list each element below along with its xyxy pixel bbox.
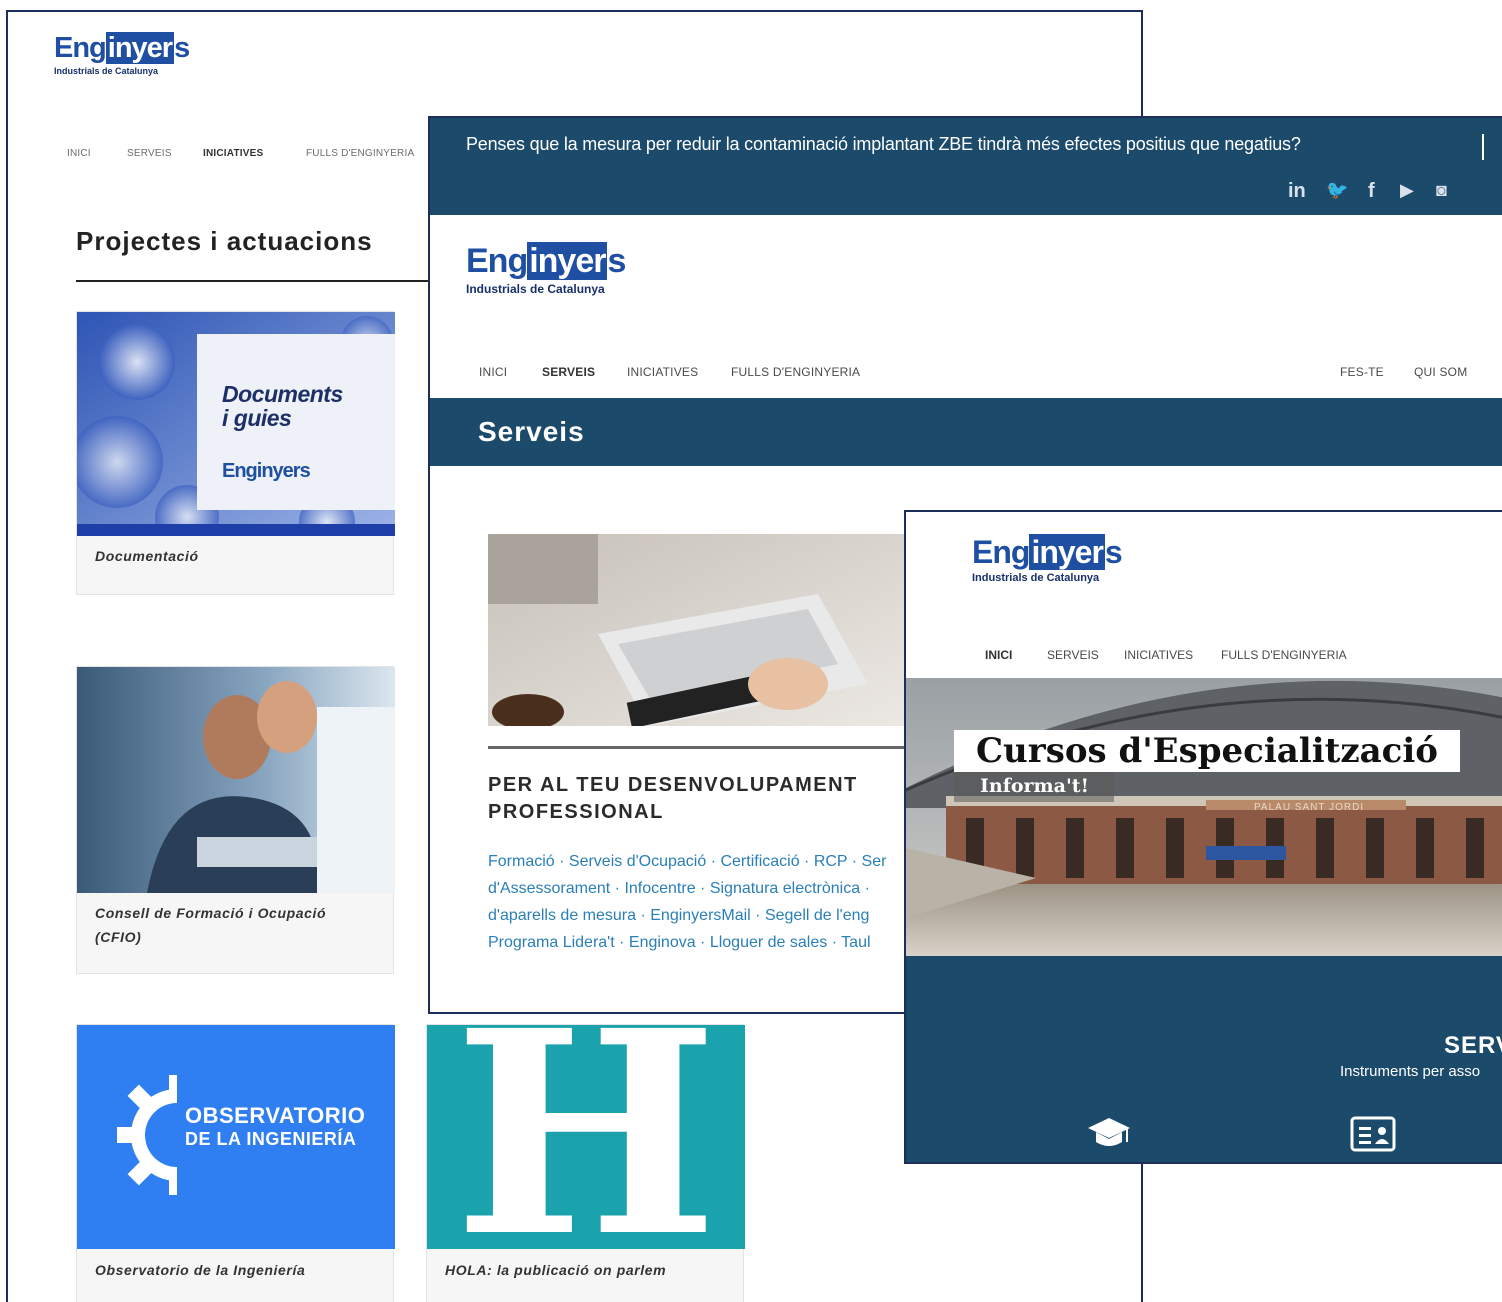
laptop-photo xyxy=(488,534,908,726)
nav-qui-som[interactable]: QUI SOM xyxy=(1414,365,1467,379)
card-caption: HOLA: la publicació on parlem xyxy=(445,1262,667,1278)
card-documentacio[interactable]: Documents i guies Enginyers Documentació xyxy=(76,311,395,595)
enginyers-logo[interactable]: Enginyers Industrials de Catalunya xyxy=(972,534,1123,584)
card-caption: Consell de Formació i Ocupació (CFIO) xyxy=(95,905,327,945)
instagram-icon[interactable]: ◙ xyxy=(1436,180,1447,201)
enginyers-logo[interactable]: Enginyers Industrials de Catalunya xyxy=(466,242,626,296)
id-card-icon[interactable] xyxy=(1350,1116,1396,1152)
nav-serveis[interactable]: SERVEIS xyxy=(542,365,595,379)
nav-inici[interactable]: INICI xyxy=(985,648,1012,662)
nav-serveis[interactable]: SERVEIS xyxy=(127,148,172,159)
card-cfio-image xyxy=(77,667,395,893)
home-window: Enginyers Industrials de Catalunya INICI… xyxy=(904,510,1502,1164)
services-subtitle: Instruments per asso xyxy=(1340,1063,1481,1080)
services-links[interactable]: Formació · Serveis d'Ocupació · Certific… xyxy=(488,848,886,956)
youtube-icon[interactable]: ▶ xyxy=(1400,180,1414,201)
nav-serveis[interactable]: SERVEIS xyxy=(1047,648,1099,662)
feature-divider xyxy=(488,746,928,749)
card-hola-image: H xyxy=(427,1025,745,1249)
card-cfio[interactable]: Consell de Formació i Ocupació (CFIO) xyxy=(76,666,395,974)
nav-iniciatives[interactable]: INICIATIVES xyxy=(627,365,698,379)
hero-image xyxy=(906,678,1502,956)
nav-iniciatives[interactable]: INICIATIVES xyxy=(203,148,263,159)
nav-inici[interactable]: INICI xyxy=(479,365,507,379)
section-header: Serveis xyxy=(430,398,1502,466)
page-title: Projectes i actuacions xyxy=(76,226,373,256)
poll-bar: Penses que la mesura per reduir la conta… xyxy=(430,118,1502,215)
card-hola[interactable]: H HOLA: la publicació on parlem xyxy=(426,1024,745,1302)
nav-iniciatives[interactable]: INICIATIVES xyxy=(1124,648,1193,662)
enginyers-logo[interactable]: Enginyers Industrials de Catalunya xyxy=(54,32,190,76)
card-image-logo: Enginyers xyxy=(222,460,311,482)
building-sign: PALAU SANT JORDI xyxy=(1254,802,1365,813)
nav-fulls[interactable]: FULLS D'ENGINYERIA xyxy=(306,148,414,159)
hola-letter: H xyxy=(453,1025,719,1249)
poll-question[interactable]: Penses que la mesura per reduir la conta… xyxy=(466,134,1301,155)
nav-fulls[interactable]: FULLS D'ENGINYERIA xyxy=(731,365,860,379)
twitter-icon[interactable]: 🐦 xyxy=(1326,180,1348,201)
card-caption: Documentació xyxy=(95,548,199,564)
services-strip: SERV Instruments per asso xyxy=(906,956,1502,1162)
nav-fulls[interactable]: FULLS D'ENGINYERIA xyxy=(1221,648,1347,662)
card-observatorio-image: OBSERVATORIO DE LA INGENIERÍA xyxy=(77,1025,395,1249)
card-observatorio[interactable]: OBSERVATORIO DE LA INGENIERÍA Observator… xyxy=(76,1024,395,1302)
nav-fes-te[interactable]: FES-TE xyxy=(1340,365,1384,379)
divider xyxy=(1482,134,1484,160)
nav-inici[interactable]: INICI xyxy=(67,148,91,159)
facebook-icon[interactable]: f xyxy=(1368,180,1375,203)
feature-title: PER AL TEU DESENVOLUPAMENT PROFESSIONAL xyxy=(488,774,858,823)
hero-cta-button[interactable]: Informa't! xyxy=(954,772,1114,802)
title-divider xyxy=(76,280,436,282)
card-caption: Observatorio de la Ingeniería xyxy=(95,1262,306,1278)
hero-title: Cursos d'Especialització xyxy=(954,730,1460,772)
services-title: SERV xyxy=(1444,1032,1502,1059)
linkedin-icon[interactable]: in xyxy=(1288,180,1306,203)
graduation-cap-icon[interactable] xyxy=(1086,1114,1132,1152)
section-title: Serveis xyxy=(478,416,585,447)
